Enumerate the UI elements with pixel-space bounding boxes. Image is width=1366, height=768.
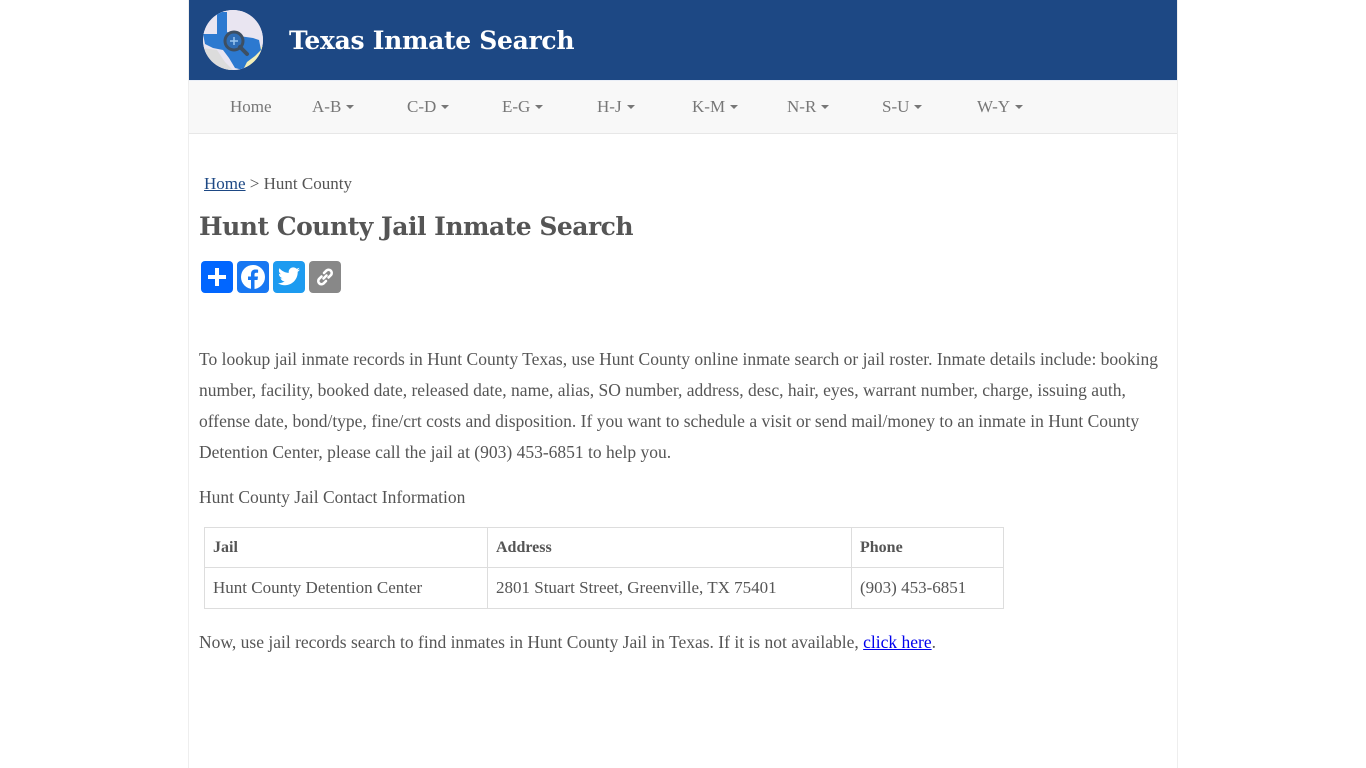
caret-down-icon [346, 105, 355, 109]
cell-phone: (903) 453-6851 [851, 567, 1004, 609]
search-instructions-text: Now, use jail records search to find inm… [199, 632, 864, 652]
share-button[interactable] [201, 261, 233, 293]
facebook-share-button[interactable] [237, 261, 269, 293]
nav-item-label: H-J [597, 97, 622, 116]
breadcrumb: Home > Hunt County [204, 174, 1167, 194]
nav-item-label: W-Y [977, 97, 1011, 116]
nav-item-home[interactable]: Home [215, 97, 312, 117]
search-instructions: Now, use jail records search to find inm… [199, 632, 1167, 653]
click-here-link[interactable]: click here [863, 632, 932, 652]
caret-down-icon [821, 105, 830, 109]
nav-item-s-u[interactable]: S-U [882, 97, 977, 117]
cell-jail-name: Hunt County Detention Center [204, 567, 488, 609]
main-content: Home > Hunt County Hunt County Jail Inma… [189, 174, 1177, 653]
nav-item-n-r[interactable]: N-R [787, 97, 882, 117]
nav-item-label: E-G [502, 97, 531, 116]
caret-down-icon [535, 105, 544, 109]
table-row: Hunt County Detention Center 2801 Stuart… [204, 567, 1004, 609]
intro-paragraph: To lookup jail inmate records in Hunt Co… [199, 349, 1159, 462]
nav-item-c-d[interactable]: C-D [407, 97, 502, 117]
column-header-phone: Phone [851, 527, 1004, 568]
breadcrumb-home-link[interactable]: Home [204, 174, 246, 193]
caret-down-icon [626, 105, 635, 109]
contact-table: Jail Address Phone Hunt County Detention… [204, 527, 1004, 609]
texas-map-magnifier-icon[interactable] [203, 10, 263, 70]
table-header-row: Jail Address Phone [204, 527, 1004, 568]
column-header-address: Address [487, 527, 852, 568]
site-title[interactable]: Texas Inmate Search [289, 26, 575, 55]
page-container: Texas Inmate Search Home A-B C-D E-G H-J… [188, 0, 1178, 768]
cell-address: 2801 Stuart Street, Greenville, TX 75401 [487, 567, 852, 609]
page-title: Hunt County Jail Inmate Search [199, 212, 634, 241]
breadcrumb-separator: > [249, 174, 260, 193]
caret-down-icon [730, 105, 739, 109]
twitter-icon [278, 267, 300, 286]
main-nav: Home A-B C-D E-G H-J K-M N-R S-U W-Y [189, 80, 1177, 134]
plus-icon [208, 268, 226, 286]
facebook-icon [241, 265, 265, 289]
nav-item-label: C-D [407, 97, 437, 116]
twitter-share-button[interactable] [273, 261, 305, 293]
site-header: Texas Inmate Search [189, 0, 1177, 80]
caret-down-icon [1015, 105, 1024, 109]
nav-item-e-g[interactable]: E-G [502, 97, 597, 117]
breadcrumb-current: Hunt County [263, 174, 352, 193]
caret-down-icon [441, 105, 450, 109]
share-bar [201, 261, 1167, 293]
nav-item-label: S-U [882, 97, 910, 116]
nav-item-a-b[interactable]: A-B [312, 97, 407, 117]
search-instructions-end: . [931, 632, 936, 652]
nav-item-label: A-B [312, 97, 342, 116]
nav-item-label: K-M [692, 97, 726, 116]
caret-down-icon [914, 105, 923, 109]
column-header-jail: Jail [204, 527, 488, 568]
copy-link-button[interactable] [309, 261, 341, 293]
nav-item-k-m[interactable]: K-M [692, 97, 787, 117]
link-icon [317, 268, 333, 286]
nav-item-w-y[interactable]: W-Y [977, 97, 1072, 117]
contact-heading: Hunt County Jail Contact Information [199, 487, 466, 507]
nav-item-h-j[interactable]: H-J [597, 97, 692, 117]
nav-item-label: N-R [787, 97, 817, 116]
nav-item-label: Home [230, 97, 272, 116]
